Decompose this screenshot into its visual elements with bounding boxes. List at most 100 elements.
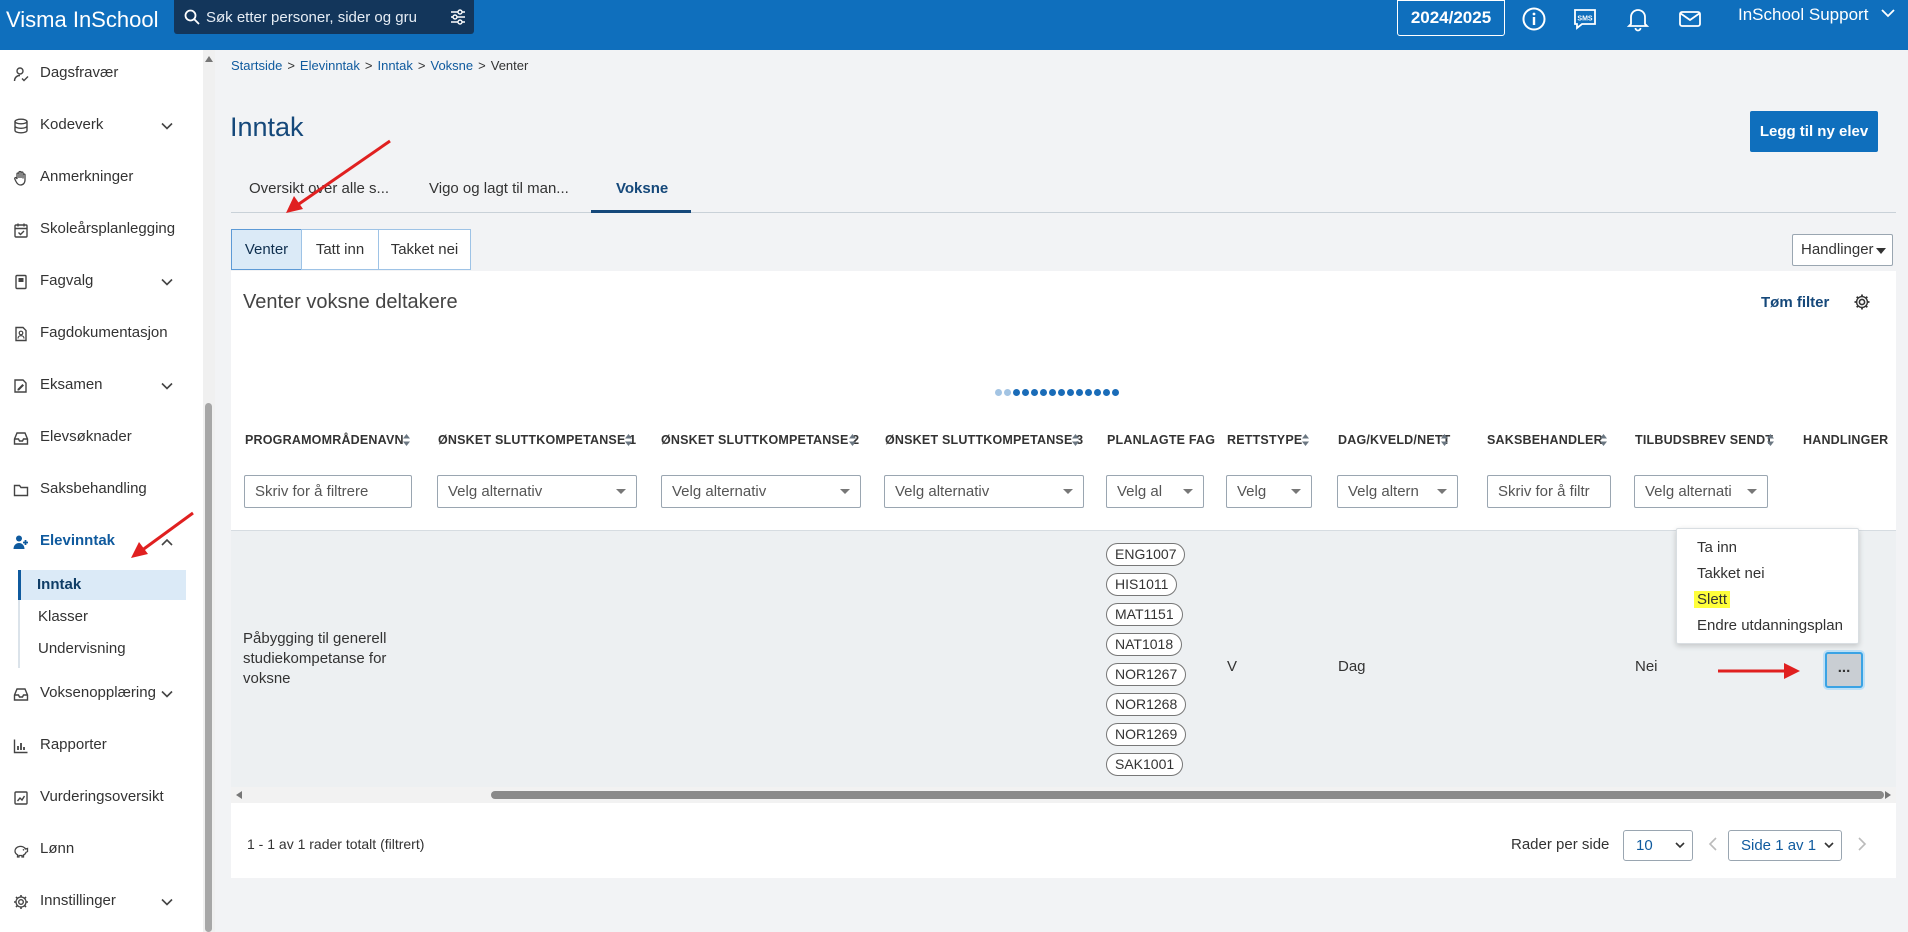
filter-sluttkompetanse-1-select[interactable]: Velg alternativ xyxy=(437,475,637,508)
filter-sliders-icon[interactable] xyxy=(450,9,466,25)
caret-down-icon xyxy=(1747,489,1757,494)
scroll-up-arrow[interactable] xyxy=(205,56,213,62)
column-header-sluttkompetanse-3[interactable]: ØNSKET SLUTTKOMPETANSE 3 xyxy=(885,433,1083,447)
add-student-button[interactable]: Legg til ny elev xyxy=(1750,111,1878,152)
sms-icon[interactable]: SMS xyxy=(1572,6,1598,32)
menu-item-slett[interactable]: Slett xyxy=(1694,591,1731,608)
filter-sluttkompetanse-3-select[interactable]: Velg alternativ xyxy=(884,475,1084,508)
segment-venter[interactable]: Venter xyxy=(231,229,302,270)
breadcrumb-separator: > xyxy=(478,58,486,73)
filter-sluttkompetanse-2-select[interactable]: Velg alternativ xyxy=(661,475,861,508)
sidebar-subitem-klasser[interactable]: Klasser xyxy=(22,602,190,632)
tab-overview[interactable]: Oversikt over alle s... xyxy=(249,180,389,197)
sort-icon[interactable] xyxy=(1766,433,1775,447)
gear-icon[interactable] xyxy=(1853,293,1871,311)
row-actions-button[interactable]: ... xyxy=(1825,652,1863,688)
segment-tatt-inn[interactable]: Tatt inn xyxy=(301,229,379,270)
sidebar-item-anmerkninger[interactable]: Anmerkninger xyxy=(0,157,190,197)
sidebar-item-rapporter[interactable]: Rapporter xyxy=(0,725,190,765)
menu-item-endre-utdanningsplan[interactable]: Endre utdanningsplan xyxy=(1697,617,1843,634)
column-header-sluttkompetanse-1[interactable]: ØNSKET SLUTTKOMPETANSE 1 xyxy=(438,433,636,447)
table-horizontal-scrollbar[interactable] xyxy=(231,787,1896,803)
mail-icon[interactable] xyxy=(1677,6,1703,32)
sidebar-item-fagvalg[interactable]: Fagvalg xyxy=(0,261,190,301)
rows-per-page-select[interactable]: 10 xyxy=(1623,830,1693,861)
previous-page-icon[interactable] xyxy=(1708,837,1718,851)
scroll-right-arrow[interactable] xyxy=(1885,791,1891,799)
sidebar-item-innstillinger[interactable]: Innstillinger xyxy=(0,881,190,921)
sort-icon[interactable] xyxy=(624,433,633,447)
sort-icon[interactable] xyxy=(1071,433,1080,447)
segment-takket-nei[interactable]: Takket nei xyxy=(378,229,471,270)
sidebar-item-fagdokumentasjon[interactable]: Fagdokumentasjon xyxy=(0,313,190,353)
scrollbar-thumb[interactable] xyxy=(491,791,1884,799)
breadcrumb: Startside > Elevinntak > Inntak > Voksne > Vente… xyxy=(231,58,528,73)
user-menu[interactable]: InSchool Support xyxy=(1738,5,1895,25)
chevron-down-icon xyxy=(161,690,173,698)
scrollbar-thumb[interactable] xyxy=(205,403,212,932)
menu-item-takket-nei[interactable]: Takket nei xyxy=(1697,565,1765,582)
table-row[interactable]: Påbygging til generell studiekompetanse … xyxy=(231,530,1896,787)
subject-tag: SAK1001 xyxy=(1106,753,1184,776)
column-header-rettstype[interactable]: RETTSTYPE xyxy=(1227,433,1302,447)
breadcrumb-separator: > xyxy=(417,58,426,73)
sidebar-item-eksamen[interactable]: Eksamen xyxy=(0,365,190,405)
sidebar-item-elevsøknader[interactable]: Elevsøknader xyxy=(0,417,190,457)
filter-saksbehandler-input[interactable] xyxy=(1487,475,1611,508)
breadcrumb-item[interactable]: Elevinntak xyxy=(300,58,360,73)
sidebar-item-skoleårsplanlegging[interactable]: Skoleårsplanlegging xyxy=(0,209,190,249)
sidebar-scrollbar[interactable] xyxy=(203,50,215,932)
chevron-down-icon xyxy=(1824,842,1834,849)
sort-icon[interactable] xyxy=(848,433,857,447)
breadcrumb-item[interactable]: Startside xyxy=(231,58,282,73)
sidebar-item-voksenopplæring[interactable]: Voksenopplæring xyxy=(0,673,190,713)
sidebar-subitem-undervisning[interactable]: Undervisning xyxy=(22,634,190,664)
bell-icon[interactable] xyxy=(1625,6,1651,32)
chevron-down-icon xyxy=(161,898,173,906)
school-year-selector[interactable]: 2024/2025 xyxy=(1397,0,1505,36)
sidebar-item-saksbehandling[interactable]: Saksbehandling xyxy=(0,469,190,509)
page-select[interactable]: Side 1 av 1 xyxy=(1728,830,1842,861)
column-header-sluttkompetanse-2[interactable]: ØNSKET SLUTTKOMPETANSE 2 xyxy=(661,433,859,447)
clear-filter-link[interactable]: Tøm filter xyxy=(1761,294,1829,311)
tab-voksne[interactable]: Voksne xyxy=(616,180,668,197)
sort-icon[interactable] xyxy=(402,433,411,447)
sort-icon[interactable] xyxy=(1301,433,1310,447)
sidebar-item-vurderingsoversikt[interactable]: Vurderingsoversikt xyxy=(0,777,190,817)
tab-vigo[interactable]: Vigo og lagt til man... xyxy=(429,180,569,197)
select-value: Velg alternati xyxy=(1645,483,1732,500)
filter-tilbudsbrev-select[interactable]: Velg alternati xyxy=(1634,475,1768,508)
menu-item-ta-inn[interactable]: Ta inn xyxy=(1697,539,1737,556)
sidebar-item-dagsfravær[interactable]: Dagsfravær xyxy=(0,53,190,93)
column-header-saksbehandler[interactable]: SAKSBEHANDLER xyxy=(1487,433,1603,447)
filter-programomradenavn-input[interactable] xyxy=(244,475,412,508)
column-header-dag-kveld-nett[interactable]: DAG/KVELD/NETT xyxy=(1338,433,1451,447)
sidebar-item-lønn[interactable]: Lønn xyxy=(0,829,190,869)
filter-dag-kveld-nett-select[interactable]: Velg altern xyxy=(1337,475,1458,508)
caret-down-icon xyxy=(1063,489,1073,494)
search-icon xyxy=(184,9,200,25)
breadcrumb-item[interactable]: Voksne xyxy=(431,58,474,73)
search-input[interactable] xyxy=(206,0,426,34)
column-header-programomradenavn[interactable]: PROGRAMOMRÅDENAVN xyxy=(245,433,404,447)
sidebar-item-kodeverk[interactable]: Kodeverk xyxy=(0,105,190,145)
column-header-tilbudsbrev-sendt[interactable]: TILBUDSBREV SENDT xyxy=(1635,433,1773,447)
sort-icon[interactable] xyxy=(1599,433,1608,447)
breadcrumb-item[interactable]: Inntak xyxy=(377,58,412,73)
app-logo[interactable]: Visma InSchool xyxy=(6,7,158,33)
next-page-icon[interactable] xyxy=(1857,837,1867,851)
sidebar-item-label: Skoleårsplanlegging xyxy=(40,220,176,237)
scroll-left-arrow[interactable] xyxy=(236,791,242,799)
select-value: Velg alternativ xyxy=(448,483,543,500)
info-icon[interactable] xyxy=(1521,6,1547,32)
filter-rettstype-select[interactable]: Velg xyxy=(1226,475,1312,508)
filter-planlagte-fag-select[interactable]: Velg al xyxy=(1106,475,1204,508)
sort-icon[interactable] xyxy=(1440,433,1449,447)
sidebar-item-label: Elevinntak xyxy=(40,532,116,549)
caret-down-icon xyxy=(1291,489,1301,494)
sidebar-item-elevinntak[interactable]: Elevinntak xyxy=(0,521,190,561)
gear-icon xyxy=(14,895,28,909)
sidebar-item-label: Vurderingsoversikt xyxy=(40,788,164,805)
actions-dropdown[interactable]: Handlinger xyxy=(1792,234,1893,266)
sidebar-subitem-inntak[interactable]: Inntak xyxy=(18,570,186,600)
